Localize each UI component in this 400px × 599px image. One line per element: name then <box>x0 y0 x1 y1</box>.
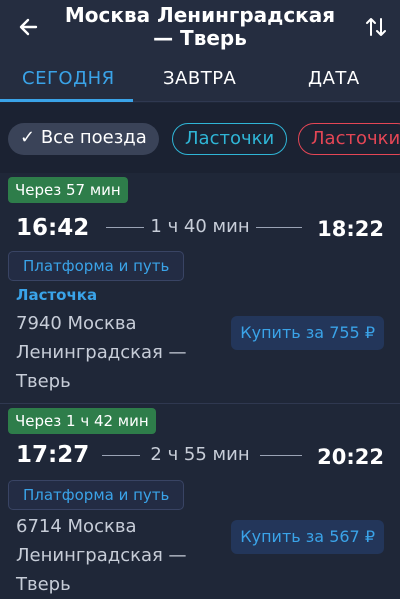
route-title-line2: — Тверь <box>153 26 247 50</box>
back-arrow-icon[interactable] <box>16 14 42 40</box>
route-line: Тверь <box>16 574 71 595</box>
departure-time: 17:27 <box>16 442 90 468</box>
time-until-badge: Через 57 мин <box>8 177 128 203</box>
departure-time: 16:42 <box>16 215 90 241</box>
train-type-label: Ласточка <box>16 286 98 304</box>
route-line: Ленинградская — <box>16 545 187 566</box>
trip-card[interactable]: Через 57 мин 16:42 1 ч 40 мин 18:22 Плат… <box>0 173 400 403</box>
route-line: 6714 Москва <box>16 516 137 537</box>
tab-date[interactable]: ДАТА <box>308 68 360 89</box>
buy-ticket-button[interactable]: Купить за 567 ₽ <box>231 520 384 554</box>
route-line: Ленинградская — <box>16 342 187 363</box>
arrival-time: 20:22 <box>317 445 384 469</box>
train-filters: ✓ Все поезда Ласточки Ласточки <box>0 103 400 173</box>
filter-all-trains[interactable]: ✓ Все поезда <box>8 123 159 155</box>
duration-line-right <box>260 455 302 456</box>
arrival-time: 18:22 <box>317 217 384 241</box>
app-header: Москва Ленинградская — Тверь <box>0 0 400 58</box>
duration-line-right <box>256 227 302 228</box>
route-line: Тверь <box>16 371 71 392</box>
train-route: 7940 Москва Ленинградская — Тверь <box>16 309 216 396</box>
buy-ticket-button[interactable]: Купить за 755 ₽ <box>231 316 384 350</box>
tab-today[interactable]: СЕГОДНЯ <box>22 68 115 89</box>
trip-duration: 2 ч 55 мин <box>150 444 250 465</box>
tab-tomorrow[interactable]: ЗАВТРА <box>163 68 236 89</box>
trip-card[interactable]: Через 1 ч 42 мин 17:27 2 ч 55 мин 20:22 … <box>0 403 400 599</box>
filter-lastochka[interactable]: Ласточки <box>172 123 288 155</box>
filter-lastochka-alt[interactable]: Ласточки <box>298 123 400 155</box>
time-until-badge: Через 1 ч 42 мин <box>8 408 156 434</box>
route-title: Москва Ленинградская — Тверь <box>60 4 340 50</box>
platform-button[interactable]: Платформа и путь <box>8 251 185 281</box>
platform-button[interactable]: Платформа и путь <box>8 480 185 510</box>
route-title-line1: Москва Ленинградская <box>64 3 336 27</box>
trip-duration: 1 ч 40 мин <box>150 216 250 237</box>
duration-line-left <box>106 227 144 228</box>
active-tab-indicator <box>0 99 133 102</box>
swap-direction-icon[interactable] <box>364 14 388 40</box>
date-tabs: СЕГОДНЯ ЗАВТРА ДАТА <box>0 58 400 102</box>
duration-line-left <box>102 455 140 456</box>
check-icon: ✓ <box>20 127 36 148</box>
train-route: 6714 Москва Ленинградская — Тверь <box>16 512 216 599</box>
filter-label: Все поезда <box>40 127 147 148</box>
route-line: 7940 Москва <box>16 313 137 334</box>
